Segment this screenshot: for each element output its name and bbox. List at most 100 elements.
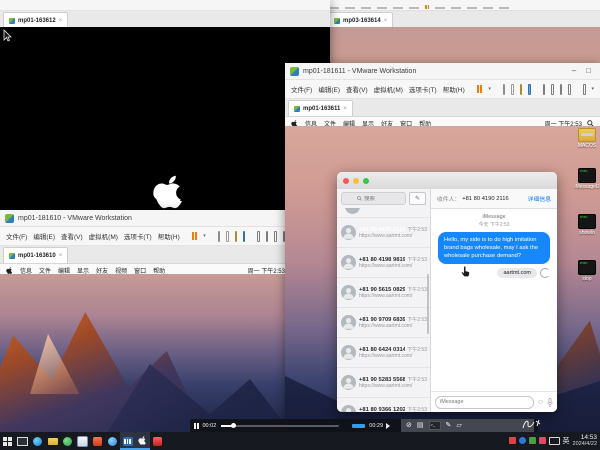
desktop-icon-showlo[interactable]: showlo xyxy=(574,214,600,236)
desktop-icon-stop[interactable]: stop xyxy=(574,260,600,282)
vm-screen-desktop[interactable]: MACOS iMessageD showlo stop xyxy=(285,126,600,432)
menu-vm[interactable]: 虚拟机(M) xyxy=(374,84,403,94)
send-ctrl-alt-del-icon[interactable] xyxy=(218,231,220,242)
tray-icon-green[interactable] xyxy=(529,437,536,444)
taskbar-app-green[interactable] xyxy=(60,432,75,450)
snapshot-icon[interactable] xyxy=(226,231,228,242)
chevron-down-icon[interactable]: ▾ xyxy=(592,86,595,92)
scrollbar[interactable] xyxy=(427,274,429,334)
conversation-item[interactable]: +81 90 5283 5568下午2:53 https://www.aartm… xyxy=(337,368,430,398)
tray-icon-blue[interactable] xyxy=(519,437,526,444)
messages-title-bar[interactable] xyxy=(337,172,557,190)
chevron-down-icon[interactable]: ▾ xyxy=(203,233,206,239)
tab-close-icon[interactable]: × xyxy=(343,106,347,112)
chevron-down-icon[interactable]: ▾ xyxy=(488,86,491,92)
menu-tabs[interactable]: 选项卡(T) xyxy=(124,231,152,241)
tab-close-icon[interactable]: × xyxy=(384,18,388,24)
vm-screen-booting[interactable] xyxy=(0,27,330,210)
manage-snapshots-icon[interactable] xyxy=(528,84,531,95)
task-view-button[interactable] xyxy=(15,432,30,450)
menu-file[interactable]: 文件(F) xyxy=(6,231,27,241)
pen-icon[interactable]: ✎ xyxy=(446,422,452,429)
tray-clock[interactable]: 14:53 2024/4/22 xyxy=(573,435,597,448)
revert-snapshot-icon[interactable] xyxy=(235,231,237,242)
pause-vm-icon[interactable] xyxy=(477,85,483,93)
taskbar-app-red2[interactable] xyxy=(150,432,165,450)
console-view-icon[interactable] xyxy=(266,231,268,242)
film-icon[interactable]: ▤ xyxy=(417,422,424,429)
emoji-icon[interactable]: ☺ xyxy=(537,399,544,406)
conversation-item[interactable]: +81 80 4198 9819下午2:53 https://www.aartm… xyxy=(337,248,430,278)
minimize-traffic-light[interactable] xyxy=(353,178,359,184)
menu-tabs[interactable]: 选项卡(T) xyxy=(409,84,437,94)
terminal-icon[interactable]: >_ xyxy=(429,421,441,430)
maximize-button[interactable]: □ xyxy=(586,67,591,75)
microphone-icon[interactable] xyxy=(547,398,553,407)
fullscreen-icon[interactable] xyxy=(560,84,563,95)
window-title-bar[interactable]: mp01-181610 - VMware Workstation xyxy=(0,210,291,227)
tab-mp01-163612[interactable]: mp01-163612 × xyxy=(3,12,68,28)
conversation-item[interactable]: +81 80 6424 0314下午2:53 https://www.aartm… xyxy=(337,338,430,368)
snap-toolbar-icon[interactable] xyxy=(583,84,586,95)
menu-help[interactable]: 帮助(H) xyxy=(158,231,180,241)
tab-mp01-163611[interactable]: mp01-163611 × xyxy=(288,100,353,116)
tray-icon-pink[interactable] xyxy=(539,437,546,444)
conversation-item-partial[interactable] xyxy=(337,208,430,218)
window-title-bar[interactable]: mp01-181611 - VMware Workstation – □ xyxy=(285,63,600,80)
menu-file[interactable]: 文件(F) xyxy=(291,84,312,94)
search-input-wrap[interactable] xyxy=(341,192,406,205)
taskbar-app-blue[interactable] xyxy=(105,432,120,450)
link-preview-pill[interactable]: aartmt.com xyxy=(497,268,537,278)
fullscreen-icon[interactable] xyxy=(274,231,276,242)
tray-icon-red[interactable] xyxy=(509,437,516,444)
minimize-button[interactable]: – xyxy=(572,67,576,75)
taskbar-mac-app[interactable] xyxy=(135,432,150,450)
zoom-traffic-light[interactable] xyxy=(363,178,369,184)
menu-vm[interactable]: 虚拟机(M) xyxy=(89,231,118,241)
folder-icon[interactable]: ▱ xyxy=(456,422,461,429)
start-button[interactable] xyxy=(0,432,15,450)
tab-mp01-163610[interactable]: mp01-163610 × xyxy=(3,247,68,263)
manage-snapshots-icon[interactable] xyxy=(243,231,245,242)
taskbar-vmware[interactable] xyxy=(120,432,135,450)
record-disabled-icon[interactable]: ⊘ xyxy=(406,422,412,429)
tab-close-icon[interactable]: × xyxy=(59,18,63,24)
snapshot-icon[interactable] xyxy=(511,84,514,95)
menu-view[interactable]: 查看(V) xyxy=(61,231,83,241)
ime-indicator[interactable]: 英 xyxy=(563,436,570,446)
close-traffic-light[interactable] xyxy=(343,178,349,184)
taskbar-edge[interactable] xyxy=(30,432,45,450)
taskbar-app-doc[interactable] xyxy=(75,432,90,450)
conversation-item[interactable]: +81 90 9709 6839下午2:53 https://www.aartm… xyxy=(337,308,430,338)
details-link[interactable]: 详细信息 xyxy=(528,194,551,203)
volume-icon[interactable] xyxy=(386,423,393,429)
show-library-icon[interactable] xyxy=(543,84,546,95)
conversation-item[interactable]: +81 90 5615 0829下午2:53 https://www.aartm… xyxy=(337,278,430,308)
unity-icon[interactable] xyxy=(568,84,571,95)
tab-close-icon[interactable]: × xyxy=(59,253,63,259)
message-input[interactable] xyxy=(435,396,534,409)
seek-knob[interactable] xyxy=(231,423,236,428)
taskbar-explorer[interactable] xyxy=(45,432,60,450)
player-seek-slider[interactable] xyxy=(221,425,339,427)
send-ctrl-alt-del-icon[interactable] xyxy=(503,84,506,95)
vm-screen-desktop[interactable] xyxy=(0,274,291,432)
desktop-icon-macos[interactable]: MACOS xyxy=(574,128,600,149)
conversation-item[interactable]: +81 80 4190 2116下午2:53 https://www.aartm… xyxy=(337,218,430,248)
console-view-icon[interactable] xyxy=(551,84,554,95)
taskbar-app-red[interactable] xyxy=(90,432,105,450)
desktop-icon-imessaged[interactable]: iMessageD xyxy=(574,168,600,190)
conversation-item[interactable]: +81 80 9366 1202下午2:53 https://www.aartm… xyxy=(337,398,430,412)
compose-button[interactable]: ✎ xyxy=(409,192,426,205)
menu-edit[interactable]: 编辑(E) xyxy=(33,231,55,241)
menu-view[interactable]: 查看(V) xyxy=(346,84,368,94)
search-input[interactable] xyxy=(364,196,390,202)
player-pause-icon[interactable] xyxy=(194,423,199,429)
menu-help[interactable]: 帮助(H) xyxy=(443,84,465,94)
to-value[interactable]: +81 80 4190 2116 xyxy=(462,196,508,202)
pause-vm-icon[interactable] xyxy=(192,232,198,240)
tab-mp03-163614[interactable]: mp03-163614 × xyxy=(328,12,393,28)
menu-edit[interactable]: 编辑(E) xyxy=(318,84,340,94)
revert-snapshot-icon[interactable] xyxy=(520,84,523,95)
touch-keyboard-icon[interactable] xyxy=(549,437,560,445)
